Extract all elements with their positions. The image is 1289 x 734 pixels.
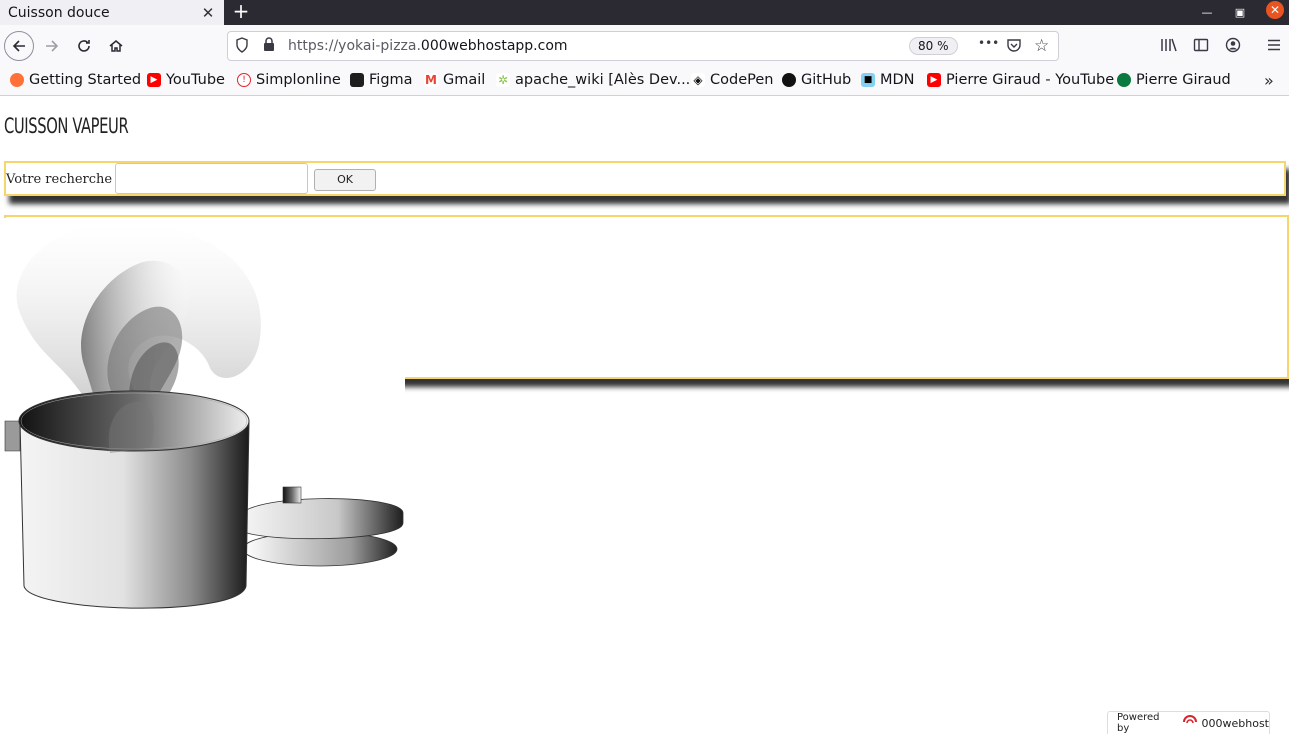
url-prefix: https://yokai-pizza.: [288, 38, 421, 54]
gmail-icon: M: [424, 73, 438, 87]
home-icon[interactable]: [101, 32, 131, 60]
search-input[interactable]: [115, 163, 308, 194]
bookmark-label: Simplonline: [256, 72, 341, 88]
bookmark-apache-wiki[interactable]: ✲ apache_wiki [Alès Dev...: [496, 72, 690, 88]
shield-icon[interactable]: [235, 37, 249, 57]
restore-icon[interactable]: ▣: [1230, 3, 1250, 23]
figma-icon: [350, 73, 364, 87]
bookmark-label: Figma: [369, 72, 413, 88]
bookmark-label: Gmail: [443, 72, 486, 88]
bookmark-label: MDN: [880, 72, 915, 88]
address-bar[interactable]: https://yokai-pizza.000webhostapp.com 80…: [227, 31, 1059, 61]
reload-icon[interactable]: [69, 32, 99, 60]
new-tab-icon[interactable]: +: [231, 0, 251, 25]
page-title: CUISSON VAPEUR: [4, 114, 129, 138]
tab-close-icon[interactable]: ✕: [198, 4, 218, 22]
browser-tab[interactable]: Cuisson douce ✕: [0, 0, 224, 25]
search-form: Votre recherche OK: [4, 161, 1286, 196]
powered-by-brand: 000webhost: [1201, 716, 1270, 730]
bookmark-pierre-giraud-youtube[interactable]: ▶ Pierre Giraud - YouTube: [927, 72, 1114, 88]
bookmark-label: Pierre Giraud: [1136, 72, 1231, 88]
bookmark-label: GitHub: [801, 72, 852, 88]
pocket-icon[interactable]: [1006, 37, 1022, 57]
bookmark-label: CodePen: [710, 72, 774, 88]
lock-icon[interactable]: [263, 37, 275, 56]
apache-wiki-icon: ✲: [496, 73, 510, 87]
bookmark-label: YouTube: [166, 72, 225, 88]
github-icon: [782, 73, 796, 87]
menu-icon[interactable]: [1266, 37, 1282, 57]
bookmark-label: Pierre Giraud - YouTube: [946, 72, 1115, 88]
window-close-icon[interactable]: ✕: [1266, 1, 1284, 19]
bookmarks-toolbar: Getting Started ▶ YouTube ! Simplonline …: [0, 67, 1289, 96]
tab-title: Cuisson douce: [8, 4, 110, 21]
navigation-bar: https://yokai-pizza.000webhostapp.com 80…: [0, 25, 1289, 67]
url-host: 000webhostapp.com: [420, 38, 568, 54]
pierre-giraud-icon: [1117, 73, 1131, 87]
mdn-icon: ■: [861, 73, 875, 87]
more-actions-icon[interactable]: •••: [978, 36, 999, 50]
bookmark-pierre-giraud[interactable]: Pierre Giraud: [1117, 72, 1231, 88]
title-bar: Cuisson douce ✕ + — ▣ ✕: [0, 0, 1289, 25]
url-text[interactable]: https://yokai-pizza.000webhostapp.com: [288, 38, 568, 54]
bookmark-simplonline[interactable]: ! Simplonline: [237, 72, 341, 88]
bookmark-label: apache_wiki [Alès Dev...: [515, 72, 691, 88]
sidebar-icon[interactable]: [1193, 37, 1209, 57]
chevron-double-right-icon[interactable]: »: [1264, 71, 1274, 90]
powered-by-label: Powered by: [1117, 712, 1160, 734]
bookmark-label: Getting Started: [29, 72, 142, 88]
back-arrow-icon[interactable]: [4, 31, 34, 61]
simplonline-icon: !: [237, 73, 251, 87]
youtube-icon: ▶: [927, 73, 941, 87]
powered-by-badge[interactable]: Powered by 000webhost: [1107, 711, 1270, 734]
bookmark-youtube[interactable]: ▶ YouTube: [147, 72, 225, 88]
codepen-icon: ◈: [691, 73, 705, 87]
000webhost-logo-icon: [1182, 714, 1198, 732]
bookmark-star-icon[interactable]: ☆: [1034, 36, 1049, 56]
youtube-icon: ▶: [147, 73, 161, 87]
bookmark-github[interactable]: GitHub: [782, 72, 851, 88]
zoom-level[interactable]: 80 %: [909, 37, 958, 55]
firefox-icon: [10, 73, 24, 87]
ok-button[interactable]: OK: [314, 169, 376, 191]
steaming-pot-image: [0, 218, 405, 618]
minimize-icon[interactable]: —: [1197, 3, 1217, 23]
bookmark-mdn[interactable]: ■ MDN: [861, 72, 915, 88]
library-icon[interactable]: [1160, 37, 1178, 57]
search-label: Votre recherche: [6, 172, 113, 187]
bookmark-codepen[interactable]: ◈ CodePen: [691, 72, 773, 88]
bookmark-figma[interactable]: Figma: [350, 72, 413, 88]
bookmark-getting-started[interactable]: Getting Started: [10, 72, 141, 88]
forward-arrow-icon[interactable]: [37, 32, 67, 60]
bookmark-gmail[interactable]: M Gmail: [424, 72, 485, 88]
account-icon[interactable]: [1225, 37, 1241, 57]
